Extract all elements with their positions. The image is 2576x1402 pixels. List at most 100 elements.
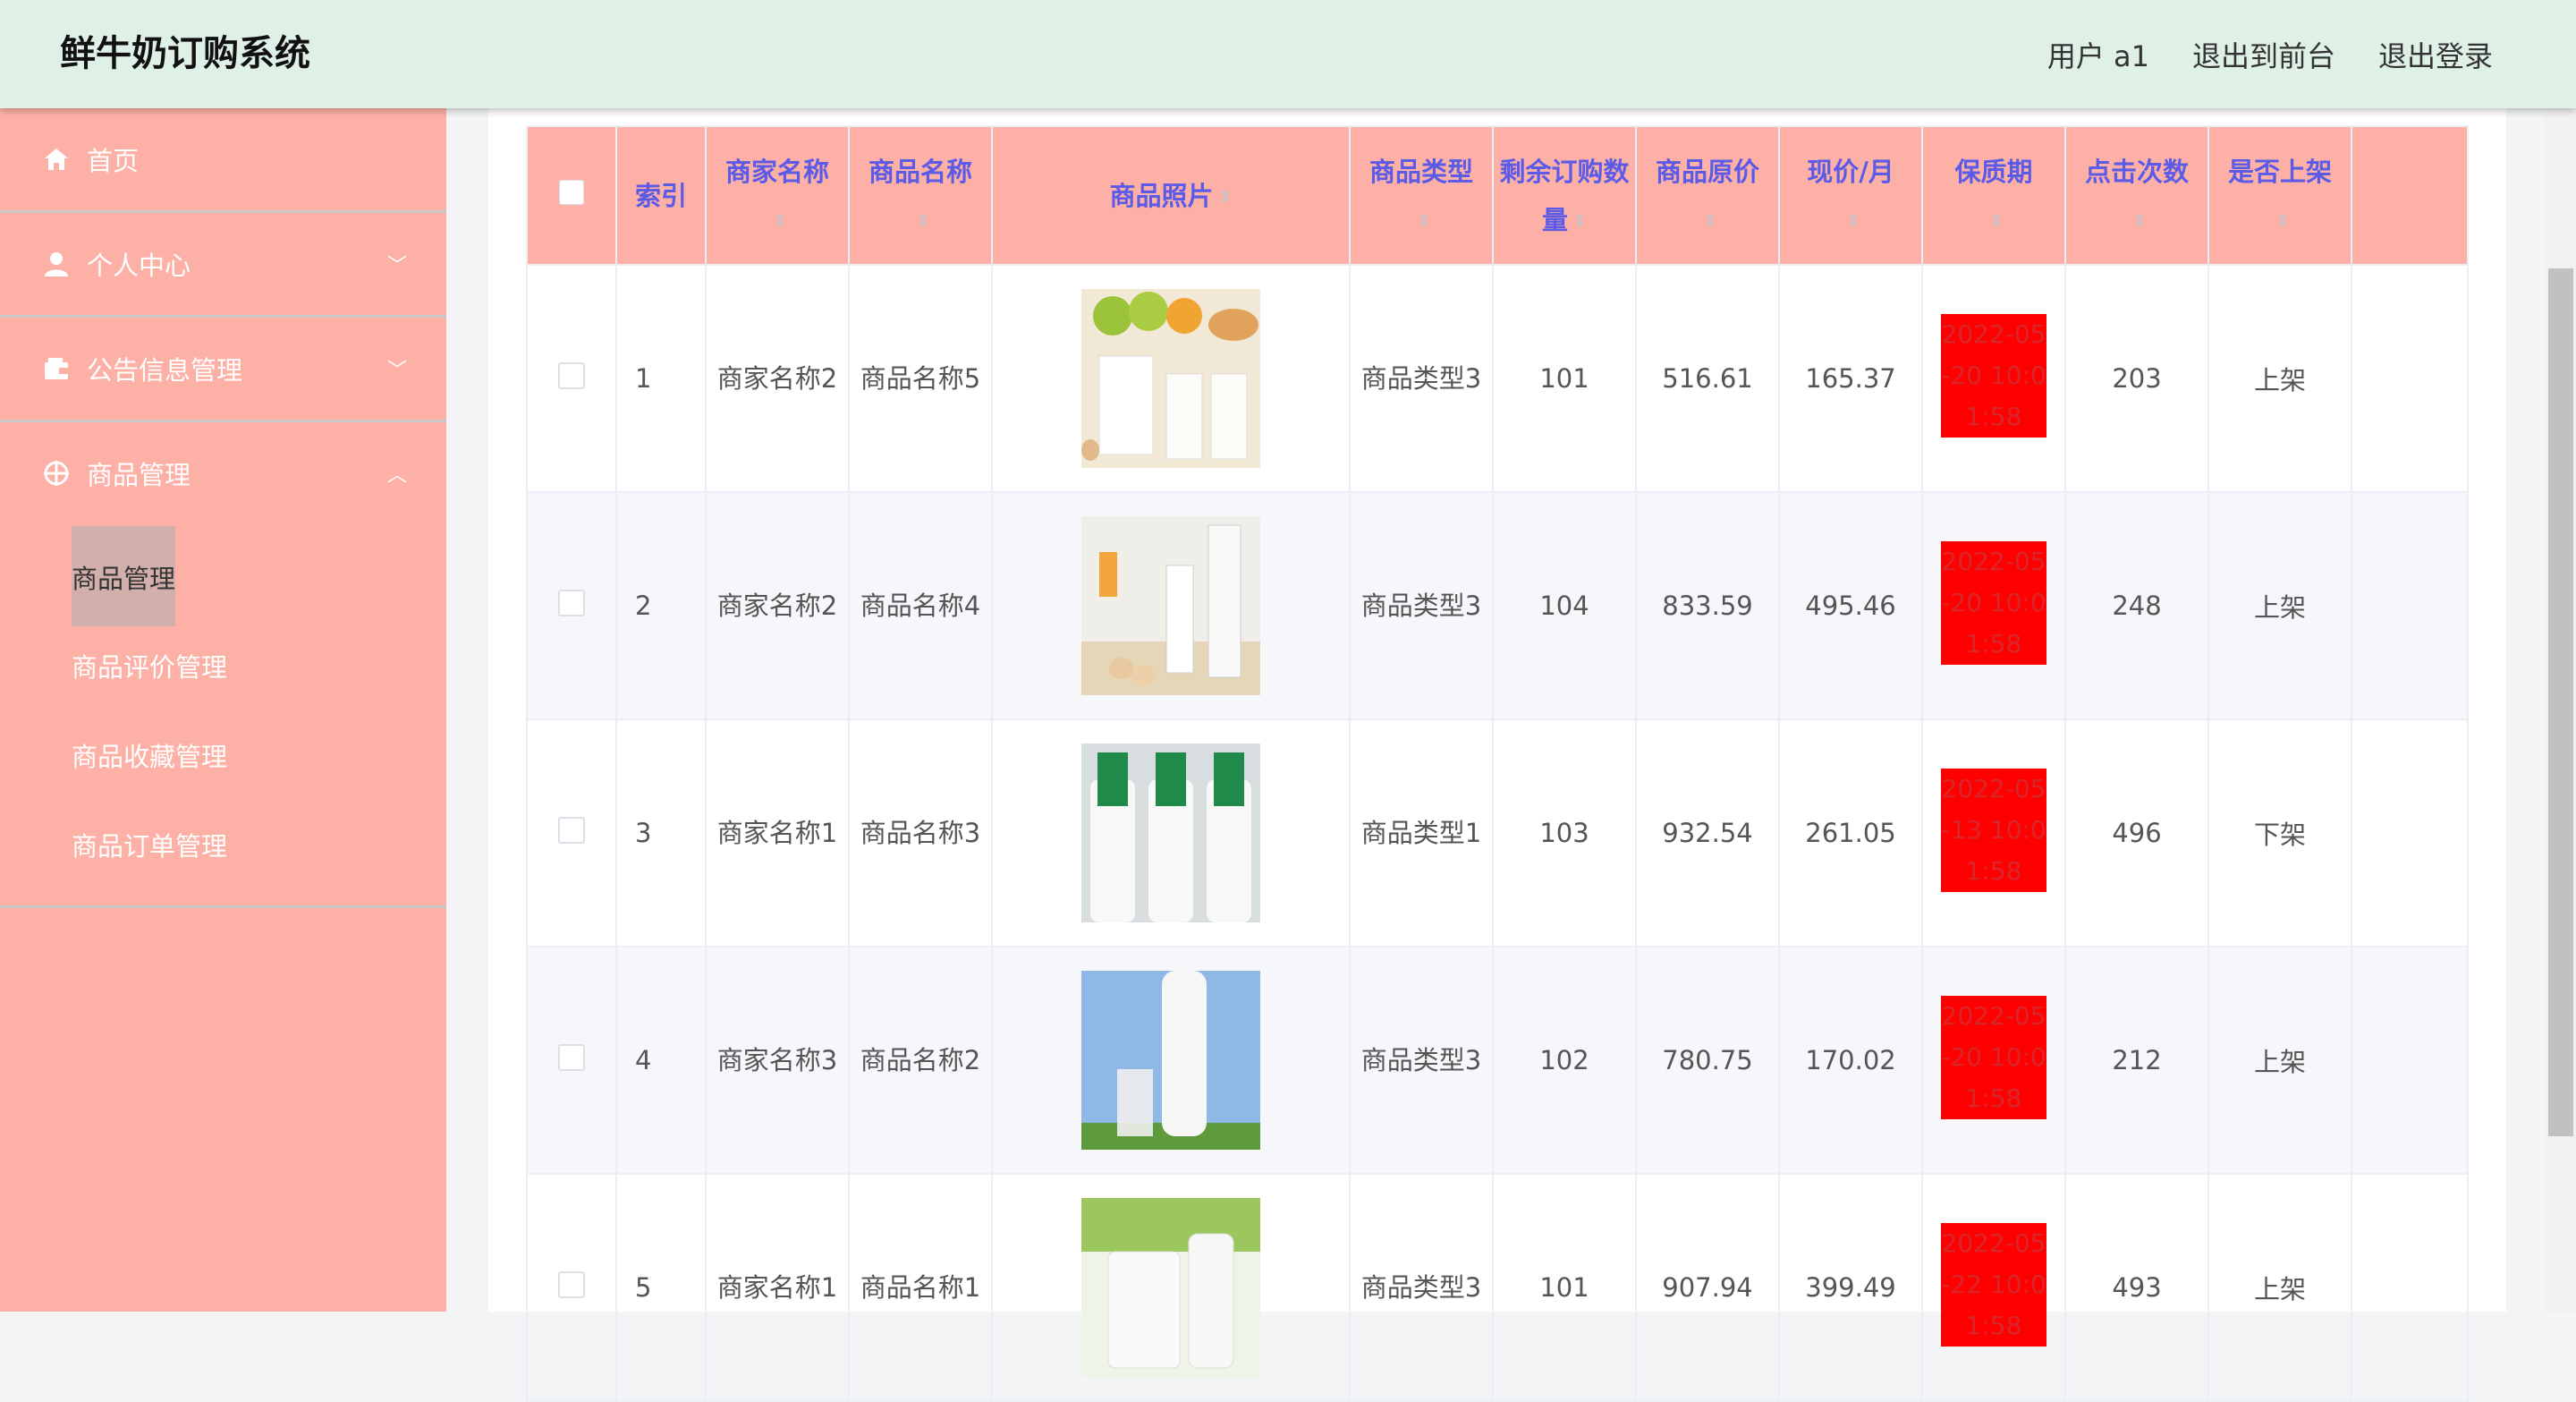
sort-icon[interactable]: ⇕ (1703, 213, 1716, 230)
submenu-label: 商品收藏管理 (72, 742, 228, 772)
cell-remaining: 103 (1492, 718, 1637, 947)
cell-index: 2 (615, 491, 707, 720)
select-all-checkbox[interactable] (559, 179, 584, 205)
column-header-label: 商品名称 (868, 156, 972, 187)
cell-type: 商品类型3 (1349, 264, 1494, 493)
table-row: 4 商家名称3 商品名称2 商品类型3 102 780.75 170.02 20… (526, 946, 2469, 1175)
cell-product: 商品名称3 (848, 718, 993, 947)
sidebar-item-product-management[interactable]: 商品管理 ︿ (0, 422, 446, 524)
cell-listed: 上架 (2207, 491, 2352, 720)
submenu-product-order[interactable]: 商品订单管理 (0, 800, 446, 889)
sort-icon[interactable]: ⇕ (773, 213, 786, 230)
sort-icon[interactable]: ⇕ (2275, 213, 2289, 230)
cell-index: 4 (615, 946, 707, 1175)
column-header-merchant[interactable]: 商家名称 ⇕ (705, 125, 850, 266)
cell-orig-price: 907.94 (1635, 1173, 1780, 1402)
cell-remaining: 102 (1492, 946, 1637, 1175)
column-header-index: 索引 (615, 125, 707, 266)
sidebar-item-label: 商品管理 (87, 460, 191, 490)
cell-photo (991, 491, 1351, 720)
table-row: 1 商家名称2 商品名称5 商品类型3 101 516.61 165.37 20… (526, 264, 2469, 493)
column-header-photo[interactable]: 商品照片 ⇕ (991, 125, 1351, 266)
cell-orig-price: 780.75 (1635, 946, 1780, 1175)
vertical-scrollbar-thumb[interactable] (2548, 268, 2573, 1136)
column-header-orig-price[interactable]: 商品原价 ⇕ (1635, 125, 1780, 266)
chevron-down-icon: ﹀ (386, 255, 407, 277)
sort-icon[interactable]: ⇕ (1417, 213, 1430, 230)
app-title: 鲜牛奶订购系统 (60, 33, 310, 74)
column-header-label: 商品类型 (1368, 156, 1473, 187)
user-icon (41, 249, 72, 279)
sort-icon[interactable]: ⇕ (1846, 213, 1860, 230)
column-header-label: 商品照片 (1109, 180, 1214, 211)
cell-actions (2351, 1173, 2469, 1402)
cell-expiry: 2022-05-20 10:01:58 (1921, 491, 2066, 720)
cell-price-month: 261.05 (1778, 718, 1923, 947)
cell-merchant: 商家名称2 (705, 264, 850, 493)
product-submenu: 商品管理 商品评价管理 商品收藏管理 商品订单管理 (0, 524, 446, 908)
column-header-clicks[interactable]: 点击次数 ⇕ (2064, 125, 2209, 266)
sort-icon[interactable]: ⇕ (1573, 213, 1587, 230)
cell-listed: 上架 (2207, 264, 2352, 493)
cell-price-month: 170.02 (1778, 946, 1923, 1175)
table-row: 5 商家名称1 商品名称1 商品类型3 101 907.94 399.49 20… (526, 1173, 2469, 1402)
cell-actions (2351, 491, 2469, 720)
wallet-icon (41, 353, 72, 384)
home-icon (41, 144, 72, 174)
cell-price-month: 495.46 (1778, 491, 1923, 720)
cell-clicks: 212 (2064, 946, 2209, 1175)
column-header-label: 索引 (635, 180, 688, 211)
column-header-type[interactable]: 商品类型 ⇕ (1349, 125, 1494, 266)
row-select-cell (526, 718, 617, 947)
submenu-product-management[interactable]: 商品管理 (0, 526, 446, 626)
sidebar-item-label: 公告信息管理 (87, 355, 243, 386)
cell-actions (2351, 264, 2469, 493)
sidebar: 首页 个人中心 ﹀ 公告信息管理 ﹀ 商品管理 ︿ 商品管理 商品评价管理 商品… (0, 108, 446, 1312)
cell-orig-price: 932.54 (1635, 718, 1780, 947)
cell-index: 5 (615, 1173, 707, 1402)
sort-icon[interactable]: ⇕ (1218, 189, 1232, 206)
row-checkbox[interactable] (558, 1270, 585, 1298)
column-header-price-month[interactable]: 现价/月 ⇕ (1778, 125, 1923, 266)
expiry-badge: 2022-05-13 10:01:58 (1941, 768, 2046, 892)
sort-icon[interactable]: ⇕ (1989, 213, 2003, 230)
row-checkbox[interactable] (558, 361, 585, 389)
cell-actions (2351, 946, 2469, 1175)
cell-index: 1 (615, 264, 707, 493)
cell-remaining: 104 (1492, 491, 1637, 720)
submenu-product-review[interactable]: 商品评价管理 (0, 621, 446, 710)
column-header-expiry[interactable]: 保质期 ⇕ (1921, 125, 2066, 266)
cell-listed: 上架 (2207, 946, 2352, 1175)
column-header-label: 剩余订购数量 (1499, 156, 1630, 235)
sort-icon[interactable]: ⇕ (916, 213, 929, 230)
cell-merchant: 商家名称1 (705, 718, 850, 947)
column-header-remaining[interactable]: 剩余订购数量 ⇕ (1492, 125, 1637, 266)
submenu-product-favorite[interactable]: 商品收藏管理 (0, 710, 446, 800)
cell-orig-price: 833.59 (1635, 491, 1780, 720)
cell-listed: 下架 (2207, 718, 2352, 947)
expiry-badge: 2022-05-20 10:01:58 (1941, 313, 2046, 438)
sidebar-item-announcement[interactable]: 公告信息管理 ﹀ (0, 318, 446, 422)
column-header-listed[interactable]: 是否上架 ⇕ (2207, 125, 2352, 266)
column-header-product[interactable]: 商品名称 ⇕ (848, 125, 993, 266)
product-photo (1081, 743, 1260, 922)
cell-photo (991, 264, 1351, 493)
current-user-label: 用户 a1 (2046, 38, 2149, 73)
cell-clicks: 203 (2064, 264, 2209, 493)
column-header-label: 商家名称 (724, 156, 829, 187)
cell-photo (991, 1173, 1351, 1402)
sidebar-item-home[interactable]: 首页 (0, 108, 446, 213)
logout-link[interactable]: 退出登录 (2378, 34, 2493, 75)
row-checkbox[interactable] (558, 589, 585, 616)
submenu-label: 商品管理 (72, 526, 176, 626)
exit-to-front-link[interactable]: 退出到前台 (2192, 34, 2335, 75)
row-checkbox[interactable] (558, 816, 585, 844)
row-select-cell (526, 491, 617, 720)
cell-actions (2351, 718, 2469, 947)
cell-product: 商品名称2 (848, 946, 993, 1175)
product-photo (1081, 289, 1260, 468)
sort-icon[interactable]: ⇕ (2132, 213, 2146, 230)
cell-remaining: 101 (1492, 264, 1637, 493)
sidebar-item-personal-center[interactable]: 个人中心 ﹀ (0, 213, 446, 318)
row-checkbox[interactable] (558, 1043, 585, 1071)
